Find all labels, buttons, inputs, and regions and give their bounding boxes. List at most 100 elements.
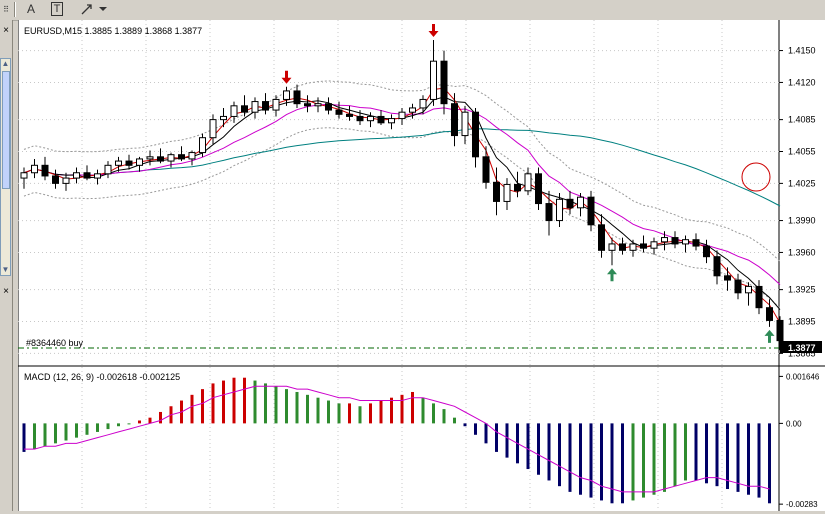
candle-body	[556, 198, 563, 222]
macd-bar	[495, 423, 498, 452]
candle-body	[52, 175, 59, 184]
candle-body	[514, 183, 521, 192]
candle-body	[598, 224, 605, 251]
macd-bar	[117, 423, 120, 427]
text-tool-label: A	[26, 2, 35, 16]
macd-bar	[768, 423, 771, 504]
scroll-down-icon[interactable]: ▼	[1, 265, 10, 275]
macd-bar	[411, 391, 414, 424]
candle-body	[346, 113, 353, 117]
macd-bar	[705, 423, 708, 484]
macd-bar	[75, 423, 78, 438]
terminal-close-icon[interactable]: ×	[1, 287, 11, 297]
candle-body	[62, 177, 70, 184]
chart-canvas[interactable]: #8364460 buy EURUSD,M15 1.3885 1.3889 1.…	[17, 20, 825, 511]
candle-body	[251, 101, 259, 113]
macd-bar	[642, 423, 645, 498]
price-tick-label: 1.4025	[788, 178, 816, 188]
candle-body	[115, 160, 122, 166]
macd-bar	[589, 423, 593, 498]
panel-close-icon[interactable]: ×	[1, 26, 11, 36]
macd-bar	[43, 423, 47, 447]
candle-body	[619, 243, 626, 251]
macd-bar	[285, 389, 288, 424]
candle-body	[31, 164, 38, 174]
chart-window[interactable]: #8364460 buy EURUSD,M15 1.3885 1.3889 1.…	[17, 20, 825, 511]
macd-bar	[201, 389, 204, 424]
toolbar-grip-icon: ⠿	[3, 4, 9, 14]
macd-bar	[211, 383, 215, 424]
candle-body	[283, 90, 290, 100]
price-tick-label: 1.3960	[788, 247, 816, 257]
macd-label: MACD (12, 26, 9) -0.002618 -0.002125	[24, 372, 180, 382]
price-tick-label: 1.3925	[788, 285, 816, 295]
toolbar-separator	[14, 2, 16, 17]
macd-bar	[736, 423, 740, 492]
macd-bar	[274, 386, 278, 424]
macd-bar	[463, 423, 467, 427]
price-tick-label: 1.3990	[788, 216, 816, 226]
macd-bar	[694, 423, 698, 481]
macd-bar	[64, 423, 68, 441]
candle-body	[745, 285, 752, 294]
macd-bar	[747, 423, 750, 495]
macd-bar	[726, 423, 729, 490]
candle-body	[178, 154, 185, 160]
candle-body	[220, 115, 227, 121]
macd-bar	[526, 423, 530, 470]
candle-body	[503, 183, 511, 202]
scroll-thumb[interactable]	[2, 71, 10, 189]
text-label-tool-label: T	[50, 2, 64, 16]
candle-body	[367, 115, 374, 122]
macd-bar	[22, 423, 26, 452]
candle-body	[608, 243, 616, 251]
candle-body	[535, 173, 542, 205]
text-label-tool-button[interactable]: T	[48, 1, 66, 17]
candle-body	[241, 105, 248, 113]
macd-bar	[316, 397, 320, 424]
arrows-tool-button[interactable]	[78, 1, 108, 17]
candle-body	[41, 164, 49, 177]
macd-bar	[127, 423, 131, 425]
macd-bar	[558, 423, 561, 487]
text-tool-button[interactable]: A	[22, 1, 40, 17]
macd-bar	[159, 411, 162, 424]
candle-body	[409, 107, 416, 113]
candle-body	[419, 98, 427, 109]
macd-bar	[474, 423, 477, 435]
candle-body	[451, 103, 458, 137]
candle-body	[440, 60, 448, 105]
macd-bar	[652, 423, 656, 495]
macd-bar	[442, 409, 446, 424]
candle-body	[545, 203, 553, 222]
candle-body	[776, 319, 784, 342]
order-label: #8364460 buy	[26, 338, 84, 348]
candle-body	[314, 103, 322, 107]
candle-body	[146, 156, 154, 160]
macd-bar	[505, 423, 509, 458]
candle-body	[325, 103, 332, 111]
macd-tick-label: -0.00283	[786, 500, 818, 509]
macd-bar	[537, 423, 540, 475]
macd-tick-label: 0.00	[786, 419, 802, 428]
macd-bar	[33, 423, 36, 450]
price-tick-label: 1.4150	[788, 46, 816, 56]
chart-background	[18, 20, 825, 511]
candle-body	[398, 111, 406, 120]
candle-body	[629, 243, 637, 251]
candle-body	[272, 98, 280, 111]
macd-bar	[106, 423, 110, 430]
macd-bar	[369, 403, 372, 424]
price-tick-label: 1.4120	[788, 77, 816, 87]
candle-body	[83, 172, 91, 179]
macd-bar	[264, 383, 267, 424]
navigator-scrollbar[interactable]: ▲ ▼	[0, 58, 11, 276]
macd-bar	[421, 397, 425, 424]
candle-body	[157, 156, 164, 162]
candle-body	[377, 115, 385, 124]
macd-bar	[390, 397, 393, 424]
scroll-up-icon[interactable]: ▲	[1, 59, 10, 69]
candle-body	[692, 239, 700, 247]
arrows-icon	[81, 4, 107, 15]
candle-body	[472, 111, 479, 158]
